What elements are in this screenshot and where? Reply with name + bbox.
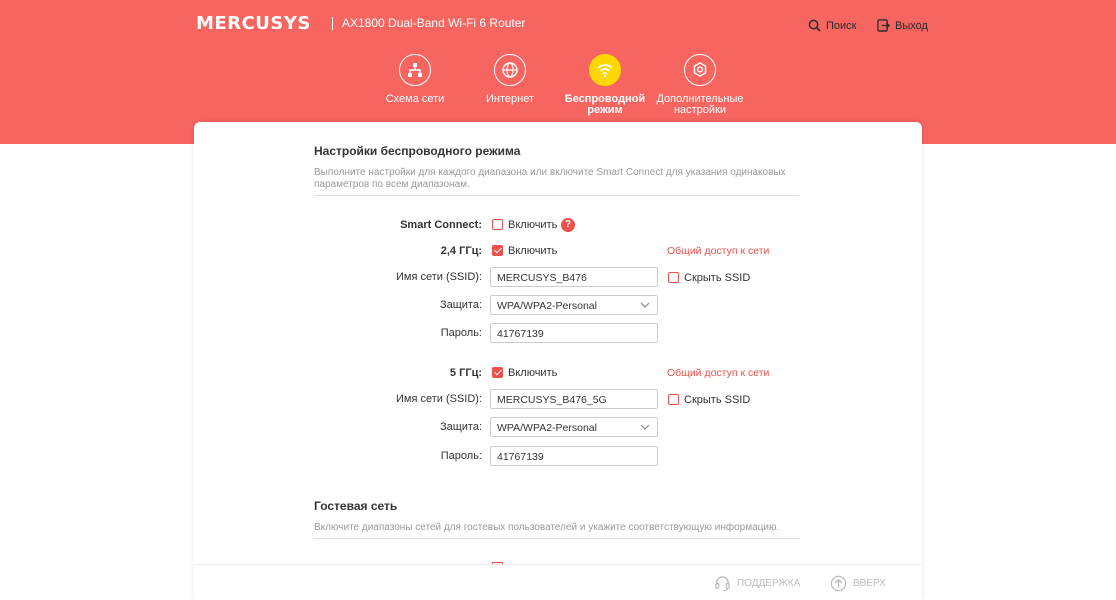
band24-security-label: Защита: [439,299,482,311]
chevron-down-icon [640,302,650,308]
model-name: AX1800 Dual-Band Wi-Fi 6 Router [342,16,526,30]
band5-enable-checkbox[interactable] [492,367,503,378]
chevron-down-icon [640,424,650,430]
band24-hide-ssid-checkbox[interactable] [668,272,679,283]
band5-password-label: Пароль: [440,450,482,462]
brand-logo: MERCUSYS [196,13,311,34]
nav-wireless[interactable]: Беспроводной режим [555,54,655,116]
nav-network-map[interactable]: Схема сети [365,54,465,105]
band24-password-label: Пароль: [440,327,482,339]
wireless-section-description: Выполните настройки для каждого диапазон… [314,167,786,190]
nav-internet[interactable]: Интернет [460,54,560,105]
band5-hide-ssid-checkbox[interactable] [668,394,679,405]
arrow-up-icon [830,575,847,592]
headset-icon [715,576,730,592]
section-divider [314,195,799,196]
guest-section-title: Гостевая сеть [314,499,398,513]
support-button[interactable]: ПОДДЕРЖКА [714,575,800,592]
nav-label-internet: Интернет [486,93,534,105]
band24-ssid-input[interactable]: MERCUSYS_B476 [490,267,658,287]
guest-section-description: Включите диапазоны сетей для гостевых по… [314,522,780,533]
band24-ssid-label: Имя сети (SSID): [395,271,482,283]
nav-label-network-map: Схема сети [385,93,445,105]
search-label: Поиск [826,19,857,32]
band24-enable-label: Включить [508,245,558,257]
search-icon [808,19,821,32]
back-to-top-button[interactable]: ВВЕРХ [830,575,886,592]
band5-ssid-label: Имя сети (SSID): [395,393,482,405]
logout-button[interactable]: Выход [877,19,928,32]
band24-password-input[interactable]: 41767139 [490,323,658,343]
band5-security-select[interactable]: WPA/WPA2-Personal [490,417,658,437]
wifi-icon [597,64,613,78]
gear-icon [693,62,707,77]
network-map-icon [408,63,422,77]
band5-password-input[interactable]: 41767139 [490,446,658,466]
band5-security-value: WPA/WPA2-Personal [497,422,597,434]
band5-label: 5 ГГц: [449,367,482,379]
help-icon[interactable]: ? [561,218,575,232]
smart-connect-option: Включить [508,219,558,231]
band5-share-link[interactable]: Общий доступ к сети [667,367,769,379]
support-label: ПОДДЕРЖКА [737,578,801,589]
nav-label-advanced: Дополнительные настройки [656,93,744,116]
band24-hide-ssid-label: Скрыть SSID [684,272,751,284]
band5-enable-label: Включить [508,367,558,379]
footer-bar: ПОДДЕРЖКА ВВЕРХ [194,564,922,600]
band24-enable-checkbox[interactable] [492,245,503,256]
settings-card: Настройки беспроводного режима Выполните… [194,122,922,600]
band24-share-link[interactable]: Общий доступ к сети [667,245,769,257]
back-to-top-label: ВВЕРХ [853,578,886,589]
logout-icon [877,19,890,32]
band24-label: 2,4 ГГц: [440,245,482,257]
band5-hide-ssid-label: Скрыть SSID [684,394,751,406]
band24-security-value: WPA/WPA2-Personal [497,300,597,312]
search-button[interactable]: Поиск [808,19,856,32]
band24-security-select[interactable]: WPA/WPA2-Personal [490,295,658,315]
band5-security-label: Защита: [439,421,482,433]
band5-ssid-input[interactable]: MERCUSYS_B476_5G [490,389,658,409]
nav-label-wireless: Беспроводной режим [564,93,646,116]
guest-section-divider [314,538,799,539]
header-divider [332,17,333,30]
globe-icon [502,62,518,78]
smart-connect-label: Smart Connect: [400,219,482,231]
wireless-section-title: Настройки беспроводного режима [314,144,521,158]
smart-connect-checkbox[interactable] [492,219,503,230]
nav-advanced[interactable]: Дополнительные настройки [650,54,750,116]
logout-label: Выход [895,19,928,32]
